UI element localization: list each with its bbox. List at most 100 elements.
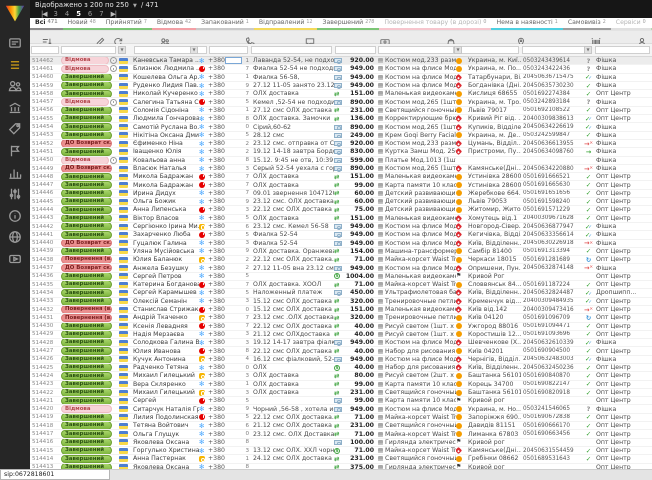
order-row[interactable]: 514447ЗавершенийМикола Бадражан+3807ОЛХ … (30, 181, 652, 189)
tab-refused[interactable]: Відмова42 (152, 18, 196, 30)
sidebar-item-customers[interactable] (7, 80, 23, 96)
sidebar-item-campaigns[interactable] (7, 145, 23, 161)
order-row[interactable]: 514435ЗавершенийКатерина Богданова+3807О… (30, 281, 652, 289)
order-row[interactable]: 514450ВідмоваКовальова анна✻+380815.12. … (30, 157, 652, 165)
money-icon[interactable] (380, 32, 390, 42)
app-logo-icon[interactable] (4, 3, 26, 23)
comment-icon[interactable] (305, 32, 315, 42)
filter-input-9[interactable] (595, 46, 650, 54)
order-row[interactable]: 514441ЗавершенийЗахарченко Люба+3805Фиал… (30, 231, 652, 239)
order-row[interactable]: 514438Повернення (в...Юлия Баланюк+38022… (30, 256, 652, 264)
order-row[interactable]: 514446ЗавершенийИрина Дидух✻+380709.01 з… (30, 190, 652, 198)
filter-input-6[interactable] (378, 46, 454, 54)
filter-input-1[interactable] (61, 46, 116, 54)
tab-packed[interactable]: Запакований1 (196, 18, 254, 30)
order-row[interactable]: 514444ЗавершенийАнна Липенська+380322.12… (30, 206, 652, 214)
order-row[interactable]: 514414ЗавершенийАнна Пастернак+380124.12… (30, 455, 652, 463)
order-row[interactable]: 514436ЗавершенийСергей Петров✻+3805$1004… (30, 273, 652, 281)
order-row[interactable]: 514432Повернення (в...Станислав Стрижак+… (30, 306, 652, 314)
order-row[interactable]: 514431Повернення (в...Андрій Ткаченко+38… (30, 314, 652, 322)
order-row[interactable]: 514451ЗавершенийІващенко Юлія✻+380219.12… (30, 148, 652, 156)
pencil-icon[interactable] (95, 32, 105, 42)
order-row[interactable]: 514442ЗавершенийСергіюнко Ірина Ми...+38… (30, 223, 652, 231)
phone-icon[interactable] (245, 32, 255, 42)
person-icon[interactable] (637, 32, 647, 42)
order-row[interactable]: 514422ЗавершенийМихаил Гилецький+3803ОЛХ… (30, 389, 652, 397)
filter-input-0[interactable] (31, 46, 59, 54)
filter-dropdown-icon-2[interactable]: ▼ (454, 46, 462, 54)
order-row[interactable]: 514416ЗавершенийЯковлева Оксана✻+3808100… (30, 439, 652, 447)
order-row[interactable]: 514459ЗавершенийРуденко Лидия Пав...✻+38… (30, 82, 652, 90)
sidebar-item-integrations[interactable] (7, 231, 23, 247)
order-row[interactable]: 514443ЗавершенийВіктор Власов✻+3805ОЛХ д… (30, 215, 652, 223)
sidebar-item-store[interactable] (7, 101, 23, 117)
order-row[interactable]: 514437ДО Возврат ск...Анжела Безушку✻+38… (30, 264, 652, 272)
tab-accepted[interactable]: Прийнятий7 (101, 18, 152, 30)
filter-dropdown-icon-3[interactable]: ▼ (584, 46, 592, 54)
bag-icon[interactable] (446, 32, 456, 42)
order-row[interactable]: 514418ЗавершенийТетяна Войтович✻+380621.… (30, 422, 652, 430)
sidebar-item-video[interactable] (7, 253, 23, 269)
order-row[interactable]: 514434ЗавершенийСергей Карамышев✻+3805На… (30, 289, 652, 297)
sidebar-item-purchases[interactable] (7, 123, 23, 139)
order-row[interactable]: 514426ЗавершенийКучук Антонина+380416.12… (30, 356, 652, 364)
phone-edit-input[interactable] (225, 57, 242, 64)
order-row[interactable]: 514423ЗавершенийВера Скляренко✻+3801ОЛХ … (30, 381, 652, 389)
people-icon[interactable] (160, 32, 170, 42)
sidebar-item-dashboard[interactable] (7, 37, 23, 53)
order-row[interactable]: 514445ЗавершенийОльга Божик✻+380923.12 с… (30, 198, 652, 206)
tab-services[interactable]: Сервіси0 (611, 18, 651, 30)
sidebar-item-settings[interactable] (7, 188, 23, 204)
order-row[interactable]: 514424ЗавершенийМихаил Гилецький+3803ОЛХ… (30, 372, 652, 380)
order-row[interactable]: 514420ВідмоваСитарчук Наталія Гр...✻+380… (30, 405, 652, 413)
tab-pickup[interactable]: Самовивіз2 (563, 18, 611, 30)
order-row[interactable]: 514439ЗавершенийУляна Мусійовська✻+3809О… (30, 248, 652, 256)
order-row[interactable]: 514461ВідмоваБлизнюк Людмила ...+3807Фиа… (30, 65, 652, 73)
phone-extra-cell (225, 148, 242, 155)
order-row[interactable]: 514428ЗавершенийСолодкова Галина В...✻+3… (30, 339, 652, 347)
filter-input-8[interactable] (522, 46, 592, 54)
order-row[interactable]: 514433ЗавершенийОлексій Семанін✻+380315.… (30, 298, 652, 306)
order-row[interactable]: 514457ВідмоваСалегина Татьяна С...+3805К… (30, 98, 652, 106)
filter-input-4[interactable] (251, 46, 332, 54)
order-row[interactable]: 514429ЗавершенийНадія Мерзаєва✻+380321.1… (30, 331, 652, 339)
sidebar-item-orders[interactable] (7, 58, 23, 74)
barcode-icon[interactable] (591, 32, 601, 42)
order-row[interactable]: 514440ДО Возврат ск...Гуцалюк Галина✻+38… (30, 240, 652, 248)
filter-dropdown-icon-1[interactable]: ▼ (190, 46, 198, 54)
order-row[interactable]: 514460ЗавершенийКошелева Ольга Ар...✻+38… (30, 74, 652, 82)
order-row[interactable]: 514430ЗавершенийКсенія Левадняя+380722.1… (30, 323, 652, 331)
order-row[interactable]: 514455ЗавершенийЛюдмила Гончарова✻+3808О… (30, 115, 652, 123)
order-row[interactable]: 514456ЗавершенийСоломія Сідоніна✻+380127… (30, 107, 652, 115)
order-row[interactable]: 514415ЗавершенийГоргулько Христина...✻+3… (30, 447, 652, 455)
order-row[interactable]: 514448ЗавершенийМикола Бадражан+3807ОЛХ … (30, 173, 652, 181)
tab-all[interactable]: Всі471 (30, 18, 63, 30)
order-row[interactable]: 514427ЗавершенийЮлия Иванова+380822.12 с… (30, 347, 652, 355)
sort-icon[interactable] (42, 32, 52, 42)
tab-sent[interactable]: Відправлений12 (254, 18, 318, 30)
order-row[interactable]: 514421ЗавершенийСергей+380599.00Карта па… (30, 397, 652, 405)
order-row[interactable]: 514453ЗавершенийНікітіна Оксана Дми...✻+… (30, 132, 652, 140)
sidebar-item-reports[interactable] (7, 166, 23, 182)
page-size-caret-icon[interactable]: ▼ (133, 3, 137, 9)
pin-icon[interactable] (516, 32, 526, 42)
filter-input-3[interactable] (209, 46, 248, 54)
order-row[interactable]: 514458ЗавершенийНиколай Кучеренко✻+3807О… (30, 90, 652, 98)
order-row[interactable]: 514462ВідмоваКаневська Тамара ...✻+3801Л… (30, 57, 652, 65)
tab-return-transit[interactable]: Повернення товару (в дорозі)0 (379, 18, 491, 30)
sidebar-item-info[interactable] (7, 209, 23, 225)
order-row[interactable]: 514417ЗавершенийОльга Глущук✻+380023.12 … (30, 430, 652, 438)
order-row[interactable]: 514425ЗавершенийРадченко Тетяна✻+3800ОЛХ… (30, 364, 652, 372)
filter-input-5[interactable] (335, 46, 376, 54)
filter-input-7[interactable] (457, 46, 519, 54)
refresh-icon[interactable] (113, 32, 123, 42)
filter-dropdown-icon-0[interactable]: ▼ (118, 46, 126, 54)
tab-done[interactable]: Завершений278 (317, 18, 379, 30)
order-row[interactable]: 514452ДО Возврат ск...Єфименко Ніна✻+380… (30, 140, 652, 148)
tab-out-of-stock[interactable]: Нема в наявності1 (491, 18, 562, 30)
topbar: Відображено з 200 по 250 ▼ / 471 |◀34567… (30, 0, 652, 18)
tab-new[interactable]: Новий48 (63, 18, 101, 30)
order-row[interactable]: 514419ЗавершенийЛилия Подолинская+380522… (30, 414, 652, 422)
order-row[interactable]: 514449ДО Возврат ск...Власюк Наталья✻+38… (30, 165, 652, 173)
order-row[interactable]: 514454ЗавершенийСамотій Руслана Во...✻+3… (30, 123, 652, 131)
